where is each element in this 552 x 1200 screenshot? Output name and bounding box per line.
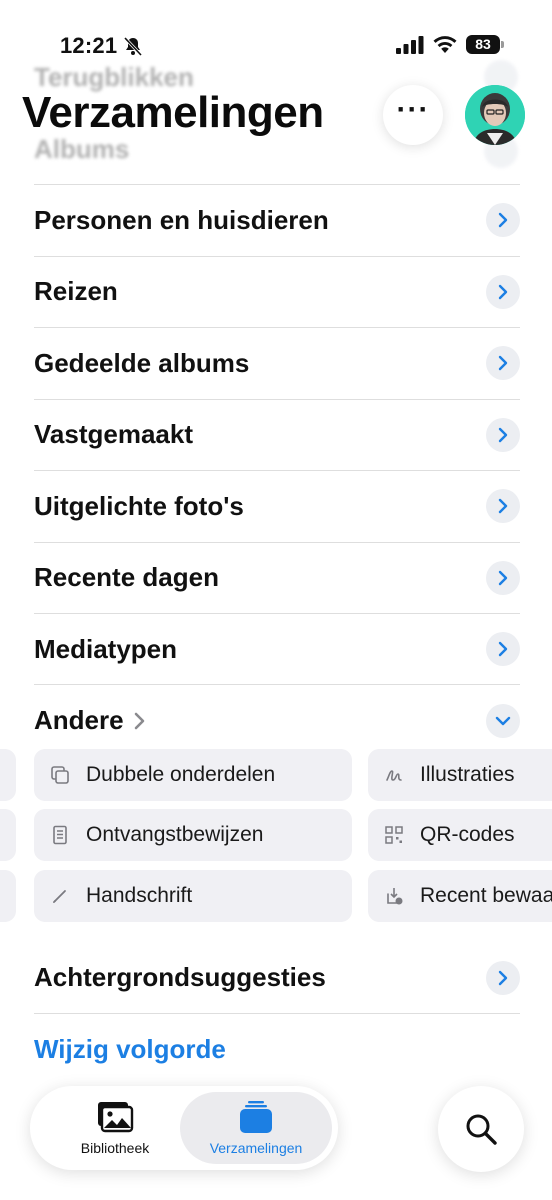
chip-ontvangstbewijzen[interactable]: Ontvangstbewijzen [34, 809, 352, 861]
edit-order-link[interactable]: Wijzig volgorde [34, 1034, 226, 1065]
search-button[interactable] [438, 1086, 524, 1172]
chevron-right-button[interactable] [486, 417, 520, 452]
chevron-right-button[interactable] [486, 960, 520, 995]
status-bar: 12:21 83 [0, 0, 552, 70]
list-item-label: Personen en huisdieren [34, 204, 329, 235]
ghost-row-albums: Albums [34, 134, 130, 164]
list-item-label: Vastgemaakt [34, 419, 193, 450]
list-item-gedeelde-albums[interactable]: Gedeelde albums [34, 327, 520, 399]
ellipsis-icon: ··· [396, 93, 430, 126]
list-item-achtergrondsuggesties[interactable]: Achtergrondsuggesties [34, 942, 520, 1014]
chip-label: Ontvangstbewijzen [86, 823, 264, 846]
chevron-right-button[interactable] [486, 274, 520, 309]
chevron-right-icon [498, 427, 508, 442]
tab-bar: Bibliotheek Verzamelingen [30, 1086, 338, 1170]
avatar[interactable] [465, 85, 525, 145]
chevron-right-button[interactable] [486, 560, 520, 595]
tab-collections-label: Verzamelingen [209, 1140, 303, 1156]
search-icon [466, 1114, 497, 1145]
pencil-icon [53, 890, 66, 903]
chip-label: Recent bewaa [420, 884, 552, 907]
list-item-recente-dagen[interactable]: Recente dagen [34, 541, 520, 614]
status-time: 12:21 [60, 33, 118, 58]
chip-partial-left[interactable] [0, 809, 16, 861]
chip-partial-left[interactable] [0, 870, 16, 922]
list-item-mediatypen[interactable]: Mediatypen [34, 613, 520, 685]
chip-partial-left[interactable] [0, 749, 16, 801]
battery-level: 83 [466, 35, 500, 54]
list-item-vastgemaakt[interactable]: Vastgemaakt [34, 398, 520, 471]
page-title: Verzamelingen [22, 88, 324, 137]
tab-library[interactable]: Bibliotheek [40, 1092, 190, 1164]
qr-code-icon [385, 826, 403, 844]
list-item-uitgelichte-fotos[interactable]: Uitgelichte foto's [34, 470, 520, 542]
chip-handschrift[interactable]: Handschrift [34, 870, 352, 922]
chevron-right-button[interactable] [486, 489, 520, 524]
illustration-icon [386, 770, 402, 781]
chevron-right-icon [498, 213, 508, 228]
duplicate-icon [51, 766, 69, 784]
profile-photo-icon [465, 85, 525, 145]
list-item-label: Achtergrondsuggesties [34, 962, 326, 992]
chevron-right-icon [498, 570, 508, 585]
chevron-right-icon [498, 642, 508, 657]
battery-cap [501, 41, 504, 48]
chevron-right-button[interactable] [486, 632, 520, 667]
wifi-icon [433, 36, 457, 53]
tab-collections[interactable]: Verzamelingen [180, 1092, 332, 1164]
collections-list: Personen en huisdieren Reizen Gedeelde a… [34, 184, 520, 685]
chevron-right-icon [498, 356, 508, 371]
chevron-down-icon [495, 716, 511, 725]
chevron-right-button[interactable] [486, 203, 520, 238]
list-item-label: Recente dagen [34, 562, 219, 593]
chip-dubbele-onderdelen[interactable]: Dubbele onderdelen [34, 749, 352, 801]
chip-illustraties[interactable]: Illustraties [368, 749, 552, 801]
tab-library-label: Bibliotheek [80, 1140, 150, 1156]
more-options-button[interactable]: ··· [383, 85, 443, 145]
chip-label: QR-codes [420, 823, 515, 846]
list-item-label: Reizen [34, 276, 118, 307]
list-item-reizen[interactable]: Reizen [34, 255, 520, 328]
list-item-label: Gedeelde albums [34, 347, 250, 378]
chip-recent-bewaard[interactable]: Recent bewaa [368, 870, 552, 922]
battery-indicator: 83 [466, 35, 504, 54]
chevron-right-button[interactable] [486, 346, 520, 381]
chip-label: Dubbele onderdelen [86, 763, 276, 786]
chip-qr-codes[interactable]: QR-codes [368, 809, 552, 861]
list-item-label: Mediatypen [34, 633, 178, 664]
section-andere[interactable]: Andere [34, 684, 520, 756]
section-andere-label: Andere [34, 705, 124, 735]
chevron-right-icon [134, 712, 144, 729]
chevron-right-icon [498, 284, 508, 299]
receipt-icon [53, 825, 67, 845]
chip-label: Illustraties [420, 763, 515, 786]
recently-saved-icon [387, 888, 403, 905]
collections-icon [240, 1101, 272, 1133]
cellular-signal-icon [396, 36, 424, 54]
chevron-right-icon [498, 499, 508, 514]
chevron-right-icon [498, 970, 508, 985]
list-item-label: Uitgelichte foto's [34, 490, 244, 521]
collapse-button[interactable] [486, 703, 520, 738]
chip-label: Handschrift [86, 884, 193, 907]
list-item-personen[interactable]: Personen en huisdieren [34, 184, 520, 256]
photo-library-icon [98, 1102, 134, 1133]
bell-slash-icon [123, 36, 143, 56]
